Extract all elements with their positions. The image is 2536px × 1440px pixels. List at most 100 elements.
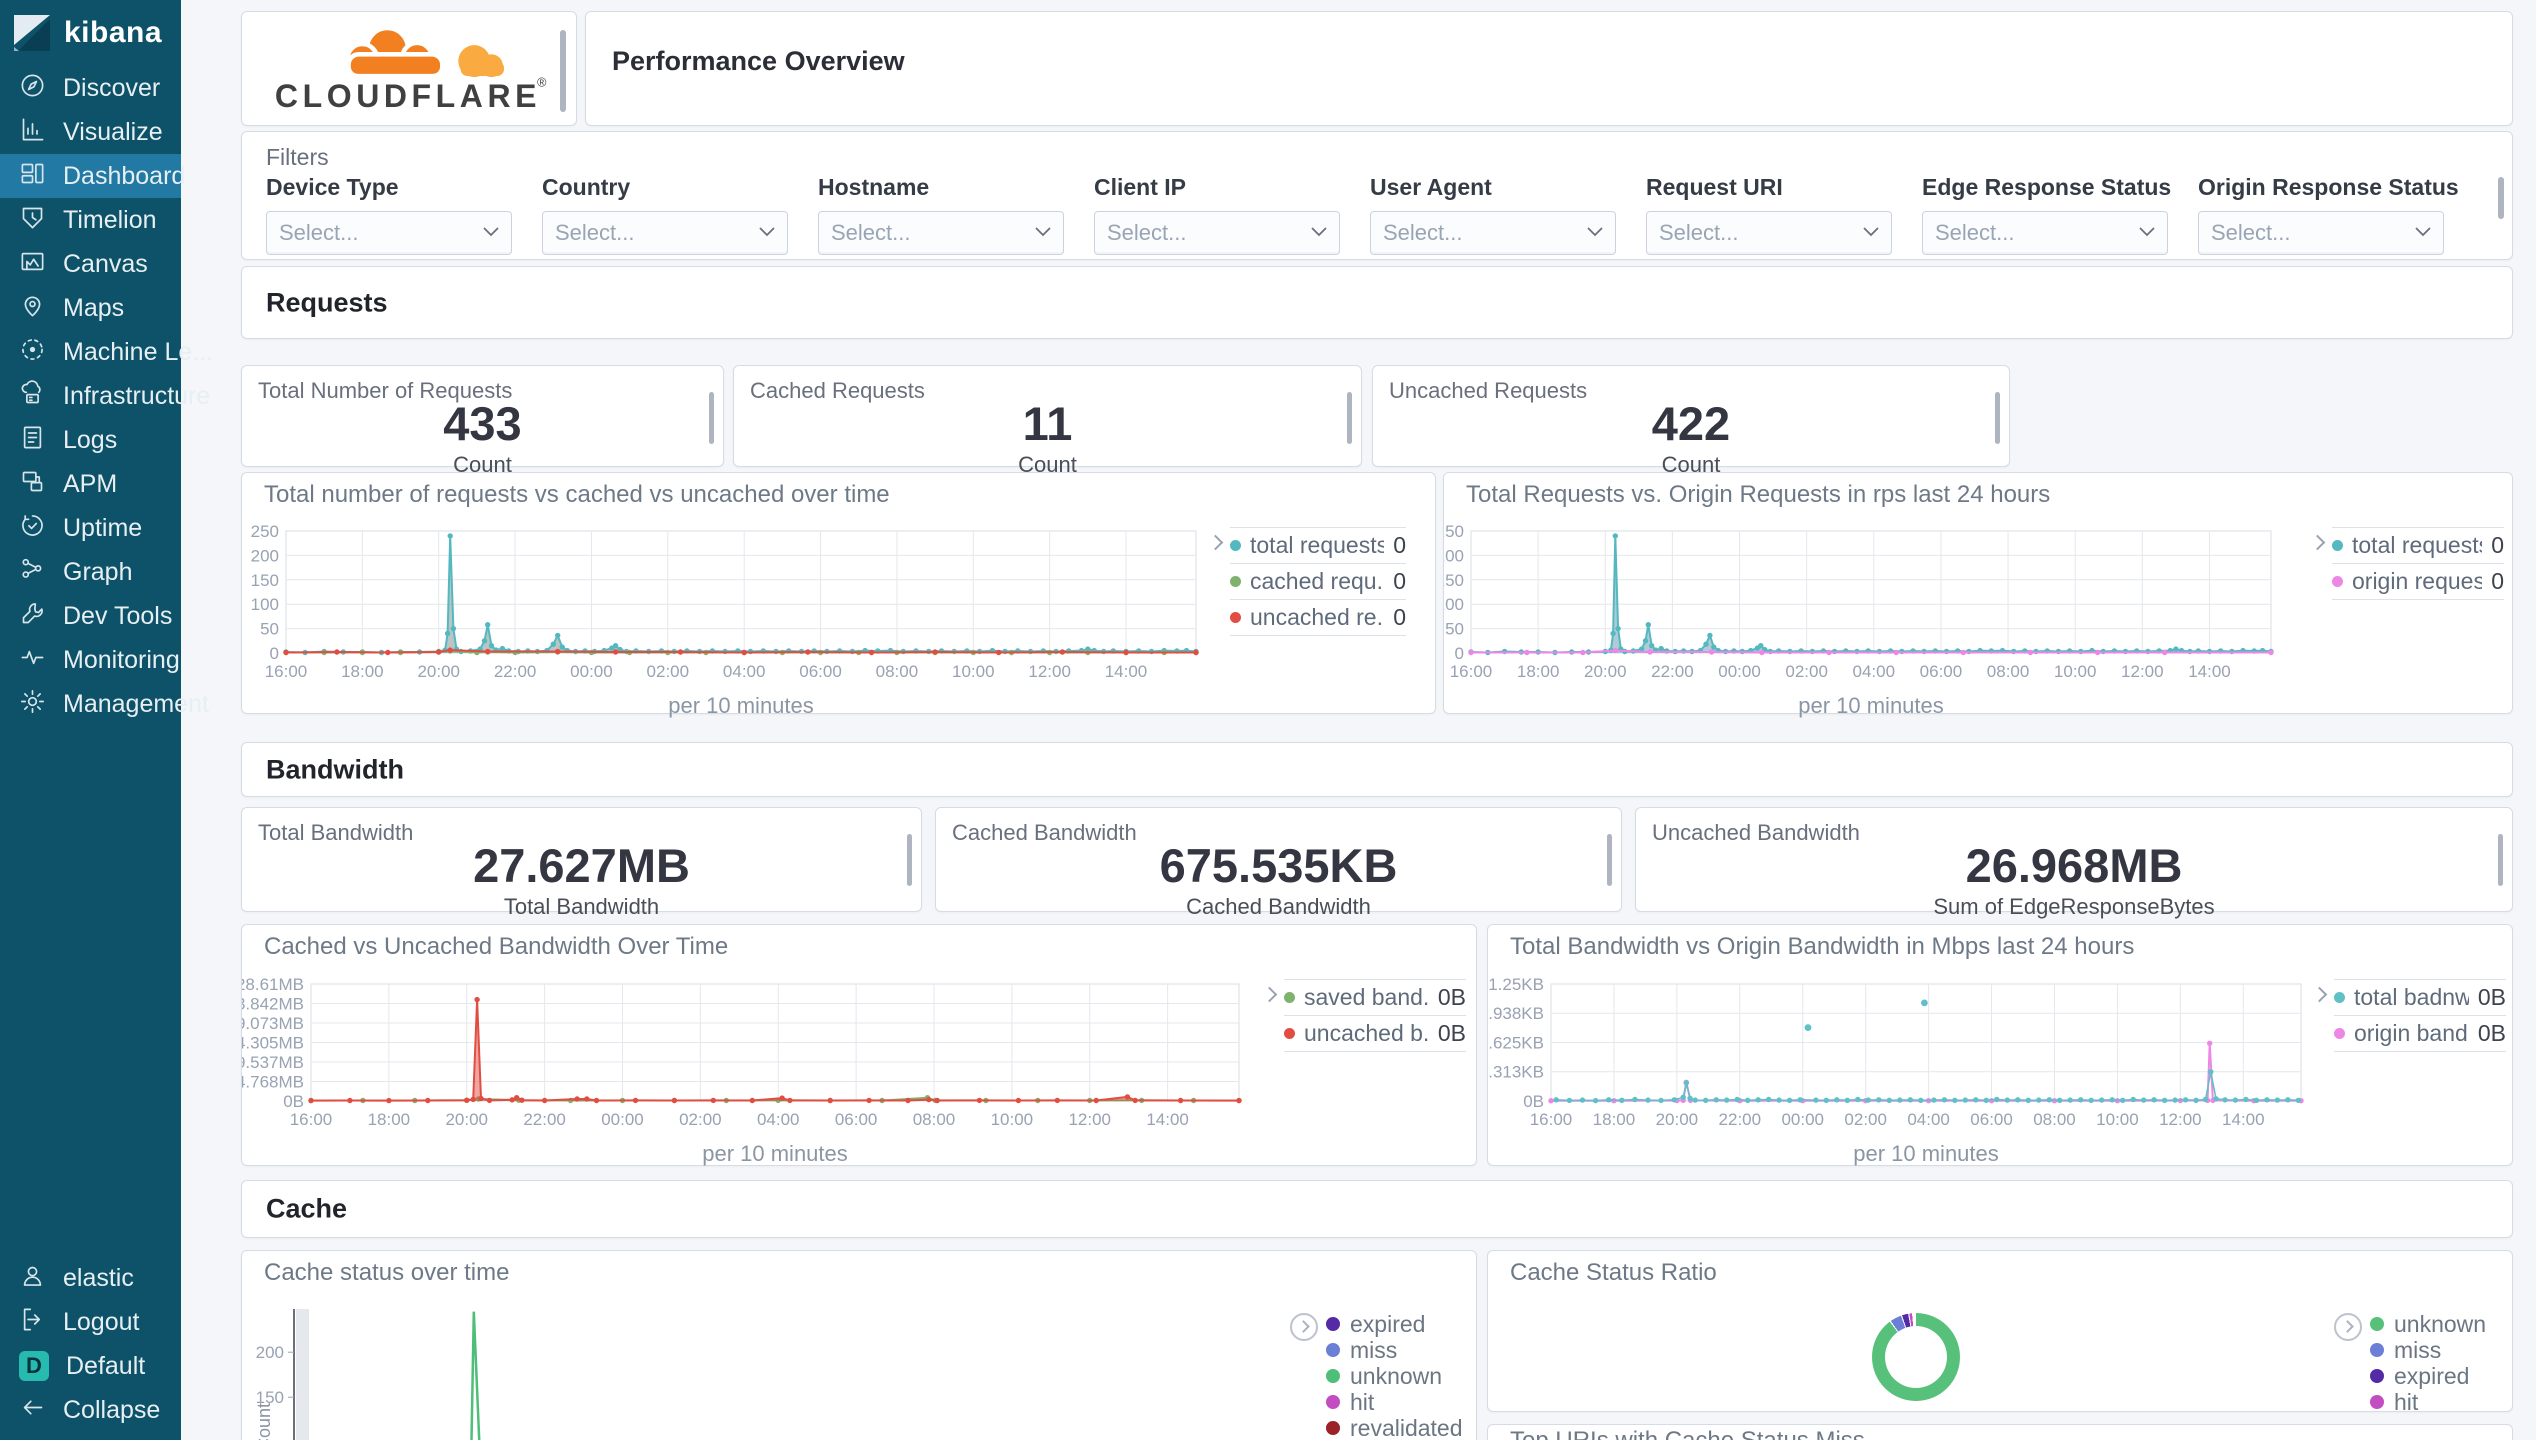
sidebar-item-dev-tools[interactable]: Dev Tools: [0, 594, 181, 638]
svg-text:195.313KB: 195.313KB: [1488, 1063, 1544, 1082]
svg-text:150: 150: [251, 571, 279, 590]
sidebar-item-default[interactable]: D Default: [0, 1344, 181, 1388]
svg-text:04:00: 04:00: [723, 662, 766, 681]
sidebar-item-discover[interactable]: Discover: [0, 66, 181, 110]
panel-scrollbar[interactable]: [1347, 392, 1352, 444]
metric-unit: Total Bandwidth: [503, 894, 660, 919]
sidebar-item-canvas[interactable]: Canvas: [0, 242, 181, 286]
dev-tools-icon: [19, 600, 46, 632]
filter-select-country[interactable]: Select...: [542, 211, 788, 255]
svg-text:20:00: 20:00: [1656, 1110, 1699, 1129]
metric-value: 422: [1651, 397, 1731, 450]
sidebar-item-monitoring[interactable]: Monitoring: [0, 638, 181, 682]
sidebar-item-label: Graph: [63, 557, 133, 586]
chevron-down-icon: [1035, 224, 1051, 242]
legend-value: 0: [1393, 568, 1406, 594]
panel-scrollbar[interactable]: [1607, 834, 1612, 886]
panel-scrollbar[interactable]: [907, 834, 912, 886]
legend-item-origin-band-[interactable]: origin band... 0B: [2334, 1015, 2506, 1052]
chevron-down-icon: [1311, 224, 1327, 242]
kibana-logo[interactable]: kibana: [0, 0, 181, 66]
legend-dot: [2370, 1395, 2384, 1409]
filter-select-device-type[interactable]: Select...: [266, 211, 512, 255]
legend-dot: [1284, 992, 1295, 1003]
legend-item-uncached-b-[interactable]: uncached b... 0B: [1284, 1015, 1466, 1052]
legend-item-total-requests[interactable]: total requests 0: [2332, 527, 2504, 563]
panel-section-requests: Requests: [241, 266, 2513, 339]
legend-item-origin-requests[interactable]: origin requests 0: [2332, 563, 2504, 600]
legend-toggle-icon[interactable]: [1290, 1313, 1318, 1341]
sidebar-item-dashboard[interactable]: Dashboard: [0, 154, 185, 198]
legend-item-total-requests[interactable]: total requests 0: [1230, 527, 1406, 563]
panel-scrollbar[interactable]: [2498, 834, 2503, 886]
sidebar-item-apm[interactable]: APM: [0, 462, 181, 506]
sidebar-item-elastic[interactable]: elastic: [0, 1256, 181, 1300]
svg-text:14:00: 14:00: [1105, 662, 1148, 681]
select-placeholder: Select...: [1107, 220, 1187, 245]
x-axis-label: per 10 minutes: [702, 1141, 848, 1166]
legend-item-revalidated[interactable]: revalidated: [1326, 1415, 1476, 1440]
filter-select-edge-response-status[interactable]: Select...: [1922, 211, 2168, 255]
legend-item-uncached-re-[interactable]: uncached re... 0: [1230, 599, 1406, 636]
legend-item-miss[interactable]: miss: [2370, 1337, 2500, 1363]
sidebar-item-maps[interactable]: Maps: [0, 286, 181, 330]
legend-item-expired[interactable]: expired: [2370, 1363, 2500, 1389]
chart-legend: total requests 0 origin requests 0: [2332, 527, 2504, 600]
sidebar-item-label: Monitoring: [63, 645, 180, 674]
svg-text:250: 250: [251, 522, 279, 541]
metric-value: 675.535KB: [1159, 839, 1398, 892]
legend-item-cached-requ-[interactable]: cached requ... 0: [1230, 563, 1406, 599]
legend-toggle-icon[interactable]: [2334, 1313, 2362, 1341]
sidebar-item-label: Maps: [63, 293, 125, 322]
legend-item-miss[interactable]: miss: [1326, 1337, 1476, 1363]
filter-select-hostname[interactable]: Select...: [818, 211, 1064, 255]
sidebar-item-timelion[interactable]: Timelion: [0, 198, 181, 242]
sidebar-item-visualize[interactable]: Visualize: [0, 110, 181, 154]
filter-label: Country: [542, 174, 631, 200]
donut-hole: [1885, 1326, 1947, 1388]
legend-item-unknown[interactable]: unknown: [1326, 1363, 1476, 1389]
panel-scrollbar[interactable]: [2498, 177, 2504, 219]
chart-legend: expired miss unknown hit revalidated: [1326, 1311, 1476, 1440]
svg-text:18:00: 18:00: [341, 662, 384, 681]
svg-text:16:00: 16:00: [265, 662, 308, 681]
chevron-down-icon: [2139, 224, 2155, 242]
kibana-logo-text: kibana: [64, 16, 163, 49]
legend-dot: [2334, 992, 2345, 1003]
filter-select-request-uri[interactable]: Select...: [1646, 211, 1892, 255]
filter-select-user-agent[interactable]: Select...: [1370, 211, 1616, 255]
legend-dot: [1230, 612, 1241, 623]
sidebar-item-uptime[interactable]: Uptime: [0, 506, 181, 550]
svg-text:00:00: 00:00: [1718, 662, 1761, 681]
legend-item-unknown[interactable]: unknown: [2370, 1311, 2500, 1337]
panel-scrollbar[interactable]: [560, 30, 566, 112]
legend-item-hit[interactable]: hit: [2370, 1388, 2500, 1412]
uptime-icon: [19, 512, 46, 544]
sidebar-item-infrastructure[interactable]: Infrastructure: [0, 374, 210, 418]
legend-label: hit: [2394, 1388, 2419, 1412]
legend-item-hit[interactable]: hit: [1326, 1389, 1476, 1415]
panel-scrollbar[interactable]: [709, 392, 714, 444]
svg-text:08:00: 08:00: [1987, 662, 2030, 681]
legend-item-total-badnw-[interactable]: total badnw... 0B: [2334, 979, 2506, 1015]
filter-select-client-ip[interactable]: Select...: [1094, 211, 1340, 255]
sidebar-item-machine-le[interactable]: Machine Le...: [0, 330, 213, 374]
sidebar-item-collapse[interactable]: Collapse: [0, 1388, 181, 1432]
legend-item-expired[interactable]: expired: [1326, 1311, 1476, 1337]
sidebar-item-logout[interactable]: Logout: [0, 1300, 181, 1344]
sidebar-item-label: Machine Le...: [63, 337, 214, 366]
sidebar-item-logs[interactable]: Logs: [0, 418, 181, 462]
svg-text:20:00: 20:00: [417, 662, 460, 681]
legend-item-saved-band-[interactable]: saved band... 0B: [1284, 979, 1466, 1015]
svg-text:150: 150: [1444, 571, 1464, 590]
filter-select-origin-response-status[interactable]: Select...: [2198, 211, 2444, 255]
sidebar-item-graph[interactable]: Graph: [0, 550, 181, 594]
sidebar-item-management[interactable]: Management: [0, 682, 209, 726]
svg-text:04:00: 04:00: [1853, 662, 1896, 681]
sidebar-item-label: Dev Tools: [63, 601, 173, 630]
select-placeholder: Select...: [831, 220, 911, 245]
legend-label: unknown: [1350, 1362, 1443, 1389]
panel-scrollbar[interactable]: [1995, 392, 2000, 444]
legend-label: saved band...: [1304, 984, 1429, 1010]
legend-dot: [1284, 1028, 1295, 1039]
